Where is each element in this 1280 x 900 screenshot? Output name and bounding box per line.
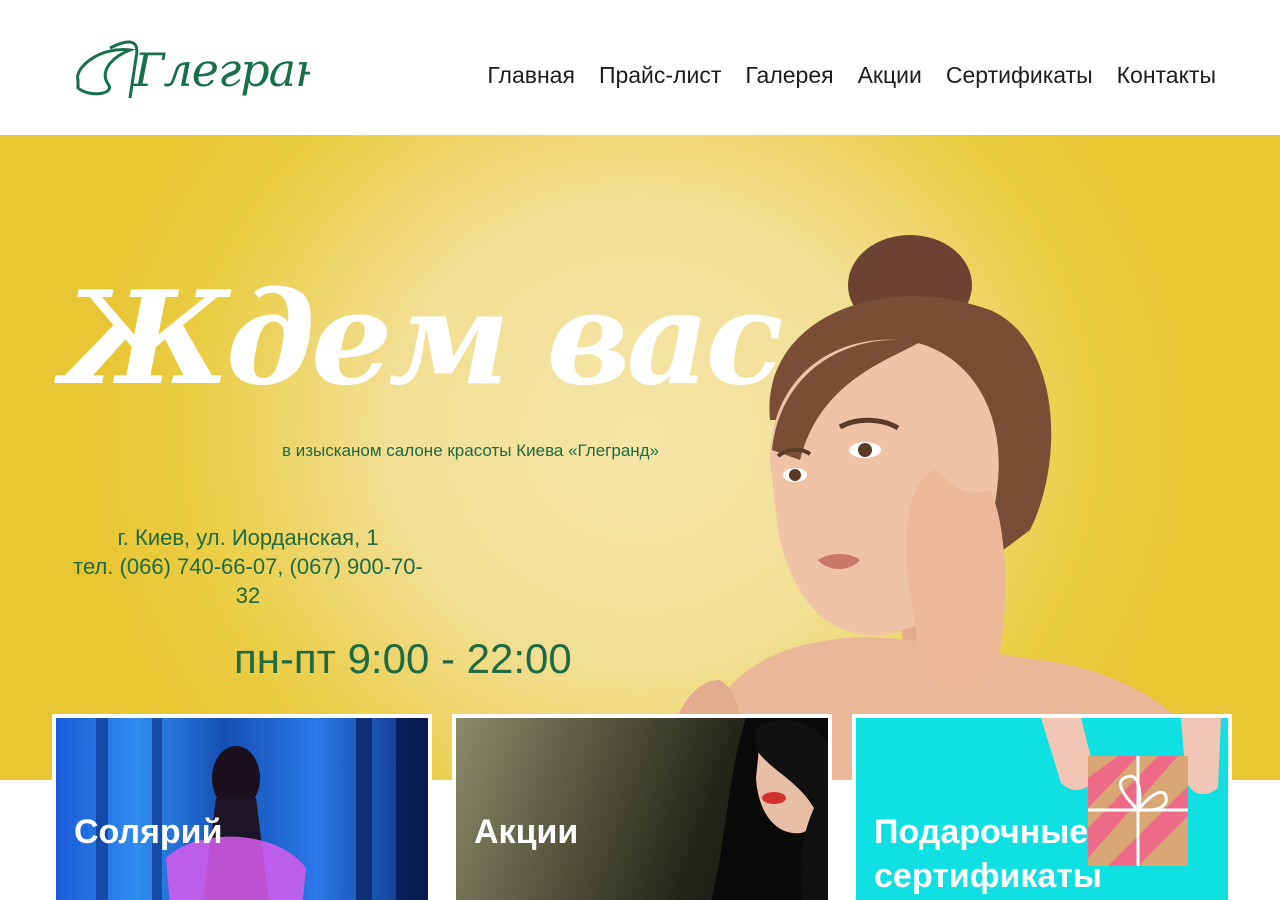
card-gift-certificates-label: Подарочные сертификаты	[874, 813, 1102, 895]
nav-item-certificates[interactable]: Сертификаты	[946, 62, 1093, 89]
card-promotions-label: Акции	[474, 813, 579, 851]
nav-item-price-list[interactable]: Прайс-лист	[599, 62, 721, 89]
model-portrait-image	[711, 718, 828, 900]
nav-item-home[interactable]: Главная	[487, 62, 575, 89]
phone-text[interactable]: тел. (066) 740-66-07, (067) 900-70-32	[68, 552, 428, 610]
opening-hours: пн-пт 9:00 - 22:00	[234, 635, 572, 682]
logo-mark: Глегранд	[76, 40, 354, 99]
site-header: Глегранд Главная Прайс-лист Галерея Акци…	[0, 0, 1280, 135]
hero-banner: Ждем вас в изысканом салоне красоты Киев…	[0, 135, 1280, 780]
solarium-image	[96, 718, 428, 900]
card-solarium-label: Солярий	[74, 813, 223, 851]
logo-text: Глегранд	[133, 43, 310, 97]
logo[interactable]: Глегранд	[70, 28, 354, 112]
nav-item-gallery[interactable]: Галерея	[745, 62, 833, 89]
hero-subtitle: в изысканом салоне красоты Киева «Глегра…	[282, 441, 660, 460]
card-promotions[interactable]: Акции	[452, 714, 832, 900]
card-gift-certificates[interactable]: Подарочные сертификаты	[852, 714, 1232, 900]
main-nav: Главная Прайс-лист Галерея Акции Сертифи…	[487, 62, 1216, 89]
nav-item-contacts[interactable]: Контакты	[1117, 62, 1216, 89]
nav-item-promotions[interactable]: Акции	[858, 62, 922, 89]
contact-block: г. Киев, ул. Иорданская, 1 тел. (066) 74…	[68, 523, 428, 610]
woman-portrait-image	[668, 235, 1217, 780]
address-text: г. Киев, ул. Иорданская, 1	[117, 525, 379, 550]
card-solarium[interactable]: Солярий	[52, 714, 432, 900]
